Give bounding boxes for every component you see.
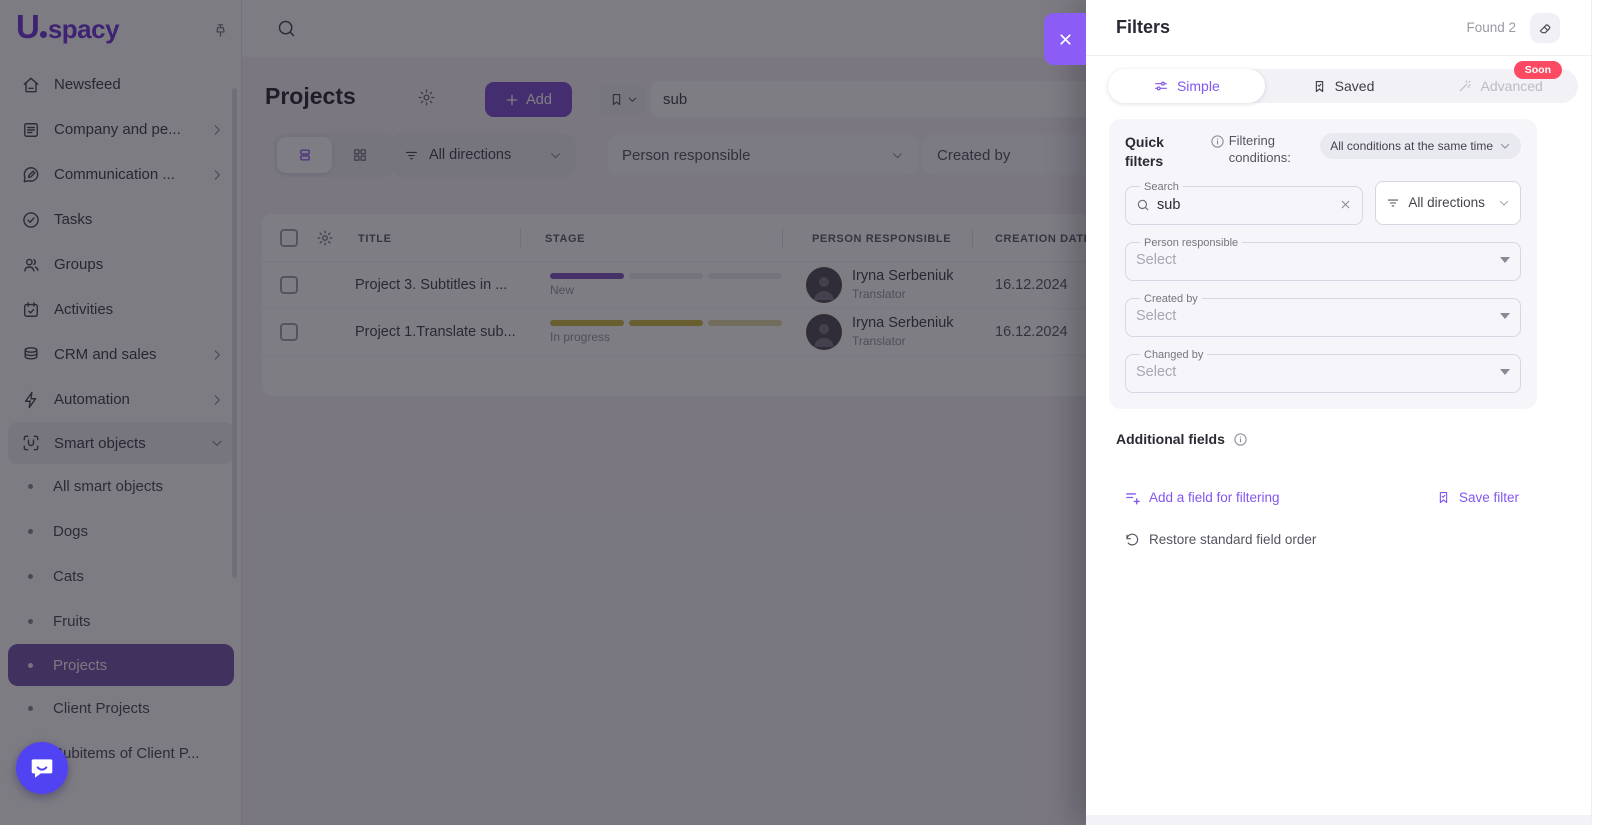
filter-search-field: Search [1125, 181, 1363, 225]
chevron-down-icon [1498, 197, 1510, 209]
conditions-mode-select[interactable]: All conditions at the same time [1320, 133, 1521, 159]
tab-saved[interactable]: Saved [1265, 69, 1422, 103]
clear-search-icon[interactable] [1339, 198, 1352, 211]
select-field-label: Changed by [1140, 349, 1207, 361]
restore-icon [1124, 532, 1140, 548]
restore-label: Restore standard field order [1149, 532, 1316, 547]
select-field-label: Created by [1140, 293, 1202, 305]
dropdown-arrow-icon [1500, 257, 1510, 263]
sliders-icon [1153, 78, 1169, 94]
tab-label: Advanced [1481, 78, 1543, 94]
search-icon [1136, 198, 1150, 212]
filters-header: Filters Found 2 [1086, 0, 1600, 56]
quick-filters-heading: Quick filters [1125, 133, 1188, 171]
soon-badge: Soon [1514, 61, 1562, 79]
filters-tabs: Simple Saved Advanced Soon [1108, 69, 1578, 103]
select-placeholder: Select [1136, 364, 1176, 380]
chat-bubble-icon [29, 755, 55, 781]
quick-filters-card: Quick filters Filtering conditions: All … [1109, 119, 1537, 409]
magic-wand-icon [1457, 78, 1473, 94]
found-count: Found 2 [1466, 20, 1516, 35]
save-filter-label: Save filter [1459, 490, 1519, 505]
select-field-label: Person responsible [1140, 237, 1242, 249]
info-icon[interactable] [1210, 134, 1225, 149]
clear-filters-button[interactable] [1530, 13, 1560, 43]
eraser-icon [1537, 20, 1553, 36]
filter-lines-icon [1386, 196, 1400, 210]
filtering-conditions: Filtering conditions: [1210, 133, 1313, 167]
tab-simple[interactable]: Simple [1108, 69, 1265, 103]
chevron-down-icon [1499, 140, 1511, 152]
add-field-link[interactable]: Add a field for filtering [1124, 489, 1280, 506]
bookmark-check-icon [1436, 490, 1451, 505]
conditions-mode-value: All conditions at the same time [1330, 139, 1493, 153]
select-placeholder: Select [1136, 252, 1176, 268]
close-filters-button[interactable] [1044, 13, 1086, 65]
changed-by-select[interactable]: Changed by Select [1125, 349, 1521, 393]
filter-directions-select[interactable]: All directions [1375, 181, 1521, 225]
select-placeholder: Select [1136, 308, 1176, 324]
save-filter-link[interactable]: Save filter [1436, 490, 1519, 505]
dropdown-arrow-icon [1500, 369, 1510, 375]
filtering-conditions-label: Filtering conditions: [1229, 133, 1313, 167]
add-field-label: Add a field for filtering [1149, 490, 1280, 505]
info-icon[interactable] [1233, 432, 1248, 447]
app-root: U spacy Newsfeed Company and pe... Commu… [0, 0, 1600, 825]
filters-panel: Filters Found 2 Simple Saved Advanced So… [1086, 0, 1600, 825]
panel-footer-strip [1086, 815, 1591, 825]
close-icon [1057, 31, 1074, 48]
chat-widget-button[interactable] [16, 742, 68, 794]
bookmark-icon [1312, 79, 1327, 94]
filters-title: Filters [1116, 17, 1170, 38]
person-responsible-select[interactable]: Person responsible Select [1125, 237, 1521, 281]
add-field-icon [1124, 489, 1141, 506]
additional-fields-section: Additional fields [1116, 431, 1570, 447]
tab-label: Saved [1335, 78, 1375, 94]
search-field-label: Search [1140, 181, 1183, 193]
tab-label: Simple [1177, 78, 1220, 94]
panel-scrollbar[interactable] [1591, 0, 1600, 825]
filter-search-input[interactable] [1157, 197, 1332, 213]
dropdown-arrow-icon [1500, 313, 1510, 319]
created-by-select[interactable]: Created by Select [1125, 293, 1521, 337]
filter-directions-value: All directions [1408, 195, 1485, 210]
restore-field-order-link[interactable]: Restore standard field order [1124, 532, 1600, 548]
additional-fields-heading: Additional fields [1116, 431, 1225, 447]
